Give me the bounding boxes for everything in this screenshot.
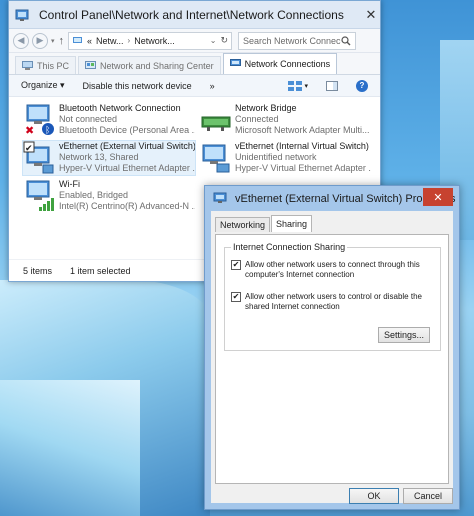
- view-grid-icon: [288, 80, 303, 91]
- network-folder-icon: [73, 37, 83, 43]
- change-view-icon[interactable]: ▾: [288, 80, 308, 91]
- address-bar: ◀ ▶ ▾ ↑ « Netw... › Network... ⌄ ↻ Searc…: [9, 29, 380, 53]
- vethernet-internal-icon: [199, 141, 233, 175]
- view-dropdown-icon: ▾: [304, 82, 308, 90]
- tab-network-sharing-center-label: Network and Sharing Center: [100, 60, 214, 71]
- dialog-close-icon[interactable]: ✕: [423, 188, 453, 206]
- wifi-network-icon: [23, 179, 57, 213]
- list-item-vethernet-external[interactable]: ✔ vEthernet (External Virtual Switch) Ne…: [22, 140, 196, 176]
- ics-group: Internet Connection Sharing ✔ Allow othe…: [224, 242, 441, 351]
- more-commands-button[interactable]: »: [210, 81, 215, 91]
- allow-control-checkbox[interactable]: ✔: [231, 292, 241, 302]
- tab-networking[interactable]: Networking: [215, 217, 271, 232]
- dialog-body: Networking Sharing Internet Connection S…: [211, 211, 453, 504]
- address-segment-1[interactable]: Netw...: [96, 36, 124, 46]
- tab-this-pc[interactable]: This PC: [15, 56, 77, 74]
- preview-pane-icon[interactable]: [326, 80, 338, 91]
- tab-network-connections-label: Network Connections: [244, 59, 331, 69]
- close-icon[interactable]: ✕: [362, 7, 380, 23]
- svg-text:✔: ✔: [25, 144, 33, 154]
- dialog-tabs: Networking Sharing: [215, 215, 313, 232]
- list-item-bluetooth[interactable]: ✖ ᛒ Bluetooth Network Connection Not con…: [23, 103, 195, 137]
- item-device: Hyper-V Virtual Ethernet Adapter ...: [235, 163, 371, 173]
- vethernet-external-icon: ✔: [23, 141, 57, 175]
- item-device: Intel(R) Centrino(R) Advanced-N ...: [59, 201, 195, 211]
- svg-text:ᛒ: ᛒ: [45, 125, 50, 136]
- item-status: Connected: [235, 114, 279, 124]
- recent-dropdown-icon[interactable]: ▾: [51, 37, 55, 45]
- ics-group-label: Internet Connection Sharing: [231, 242, 348, 252]
- item-device: Hyper-V Virtual Ethernet Adapter ...: [59, 163, 195, 173]
- tab-sharing[interactable]: Sharing: [271, 215, 313, 232]
- explorer-titlebar[interactable]: Control Panel\Network and Internet\Netwo…: [9, 1, 380, 29]
- sharing-panel: Internet Connection Sharing ✔ Allow othe…: [215, 234, 449, 484]
- back-arrow-icon[interactable]: ◀: [13, 32, 29, 49]
- disable-device-button[interactable]: Disable this network device: [83, 81, 192, 91]
- item-device: Microsoft Network Adapter Multi...: [235, 125, 370, 135]
- ok-button[interactable]: OK: [349, 488, 399, 504]
- allow-connect-option[interactable]: ✔ Allow other network users to connect t…: [231, 260, 431, 280]
- network-bridge-icon: [199, 103, 233, 137]
- list-item-wifi[interactable]: Wi-Fi Enabled, Bridged Intel(R) Centrino…: [23, 179, 195, 213]
- list-item-network-bridge[interactable]: Network Bridge Connected Microsoft Netwo…: [199, 103, 371, 137]
- item-device: Bluetooth Device (Personal Area ...: [59, 125, 195, 135]
- dialog-title[interactable]: vEthernet (External Virtual Switch) Prop…: [205, 186, 459, 211]
- selection-count: 1 item selected: [70, 265, 131, 276]
- cancel-button[interactable]: Cancel: [403, 488, 453, 504]
- explorer-tab-strip: This PC Network and Sharing Center Netwo…: [9, 53, 380, 75]
- refresh-icon[interactable]: ↻: [220, 35, 228, 46]
- item-count: 5 items: [23, 265, 53, 276]
- tab-this-pc-label: This PC: [37, 60, 70, 71]
- allow-connect-label: Allow other network users to connect thr…: [245, 260, 420, 279]
- item-status: Enabled, Bridged: [59, 190, 129, 200]
- chevron-right-icon[interactable]: ›: [128, 36, 131, 45]
- network-adapter-icon: [213, 192, 227, 203]
- forward-arrow-icon[interactable]: ▶: [32, 32, 48, 49]
- item-status: Network 13, Shared: [59, 152, 139, 162]
- up-arrow-icon[interactable]: ↑: [59, 35, 65, 47]
- control-panel-icon: [15, 9, 29, 21]
- svg-text:✖: ✖: [25, 124, 34, 137]
- search-icon[interactable]: [341, 35, 351, 46]
- computer-icon: [22, 60, 33, 70]
- window-title: Control Panel\Network and Internet\Netwo…: [39, 7, 344, 22]
- chevron-down-icon[interactable]: ⌄: [210, 36, 217, 45]
- allow-control-option[interactable]: ✔ Allow other network users to control o…: [231, 292, 431, 312]
- address-segment-2[interactable]: Network...: [134, 36, 175, 46]
- item-name: Wi-Fi: [59, 179, 80, 189]
- address-input[interactable]: « Netw... › Network... ⌄ ↻: [68, 31, 233, 50]
- network-center-icon: [85, 60, 97, 69]
- help-icon[interactable]: ?: [356, 79, 368, 92]
- allow-control-label: Allow other network users to control or …: [245, 292, 422, 311]
- item-name: vEthernet (External Virtual Switch): [59, 141, 196, 151]
- network-connections-icon: [229, 59, 241, 66]
- address-overflow[interactable]: «: [87, 36, 92, 46]
- item-name: Bluetooth Network Connection: [59, 103, 181, 113]
- properties-dialog: vEthernet (External Virtual Switch) Prop…: [204, 185, 460, 510]
- item-name: vEthernet (Internal Virtual Switch): [235, 141, 369, 151]
- command-bar: Organize ▾ Disable this network device »…: [9, 75, 380, 97]
- item-status: Unidentified network: [235, 152, 317, 162]
- tab-network-connections[interactable]: Network Connections: [222, 53, 338, 74]
- allow-connect-checkbox[interactable]: ✔: [231, 260, 241, 270]
- bluetooth-network-icon: ✖ ᛒ: [23, 103, 57, 137]
- item-status: Not connected: [59, 114, 118, 124]
- desktop-ice-bottom: [0, 380, 140, 516]
- item-name: Network Bridge: [235, 103, 297, 113]
- list-item-vethernet-internal[interactable]: vEthernet (Internal Virtual Switch) Unid…: [199, 141, 371, 175]
- search-placeholder: Search Network Connec...: [243, 35, 342, 46]
- settings-button[interactable]: Settings...: [378, 327, 430, 343]
- tab-network-sharing-center[interactable]: Network and Sharing Center: [78, 56, 221, 74]
- organize-button[interactable]: Organize ▾: [21, 80, 65, 91]
- search-input[interactable]: Search Network Connec...: [238, 31, 357, 50]
